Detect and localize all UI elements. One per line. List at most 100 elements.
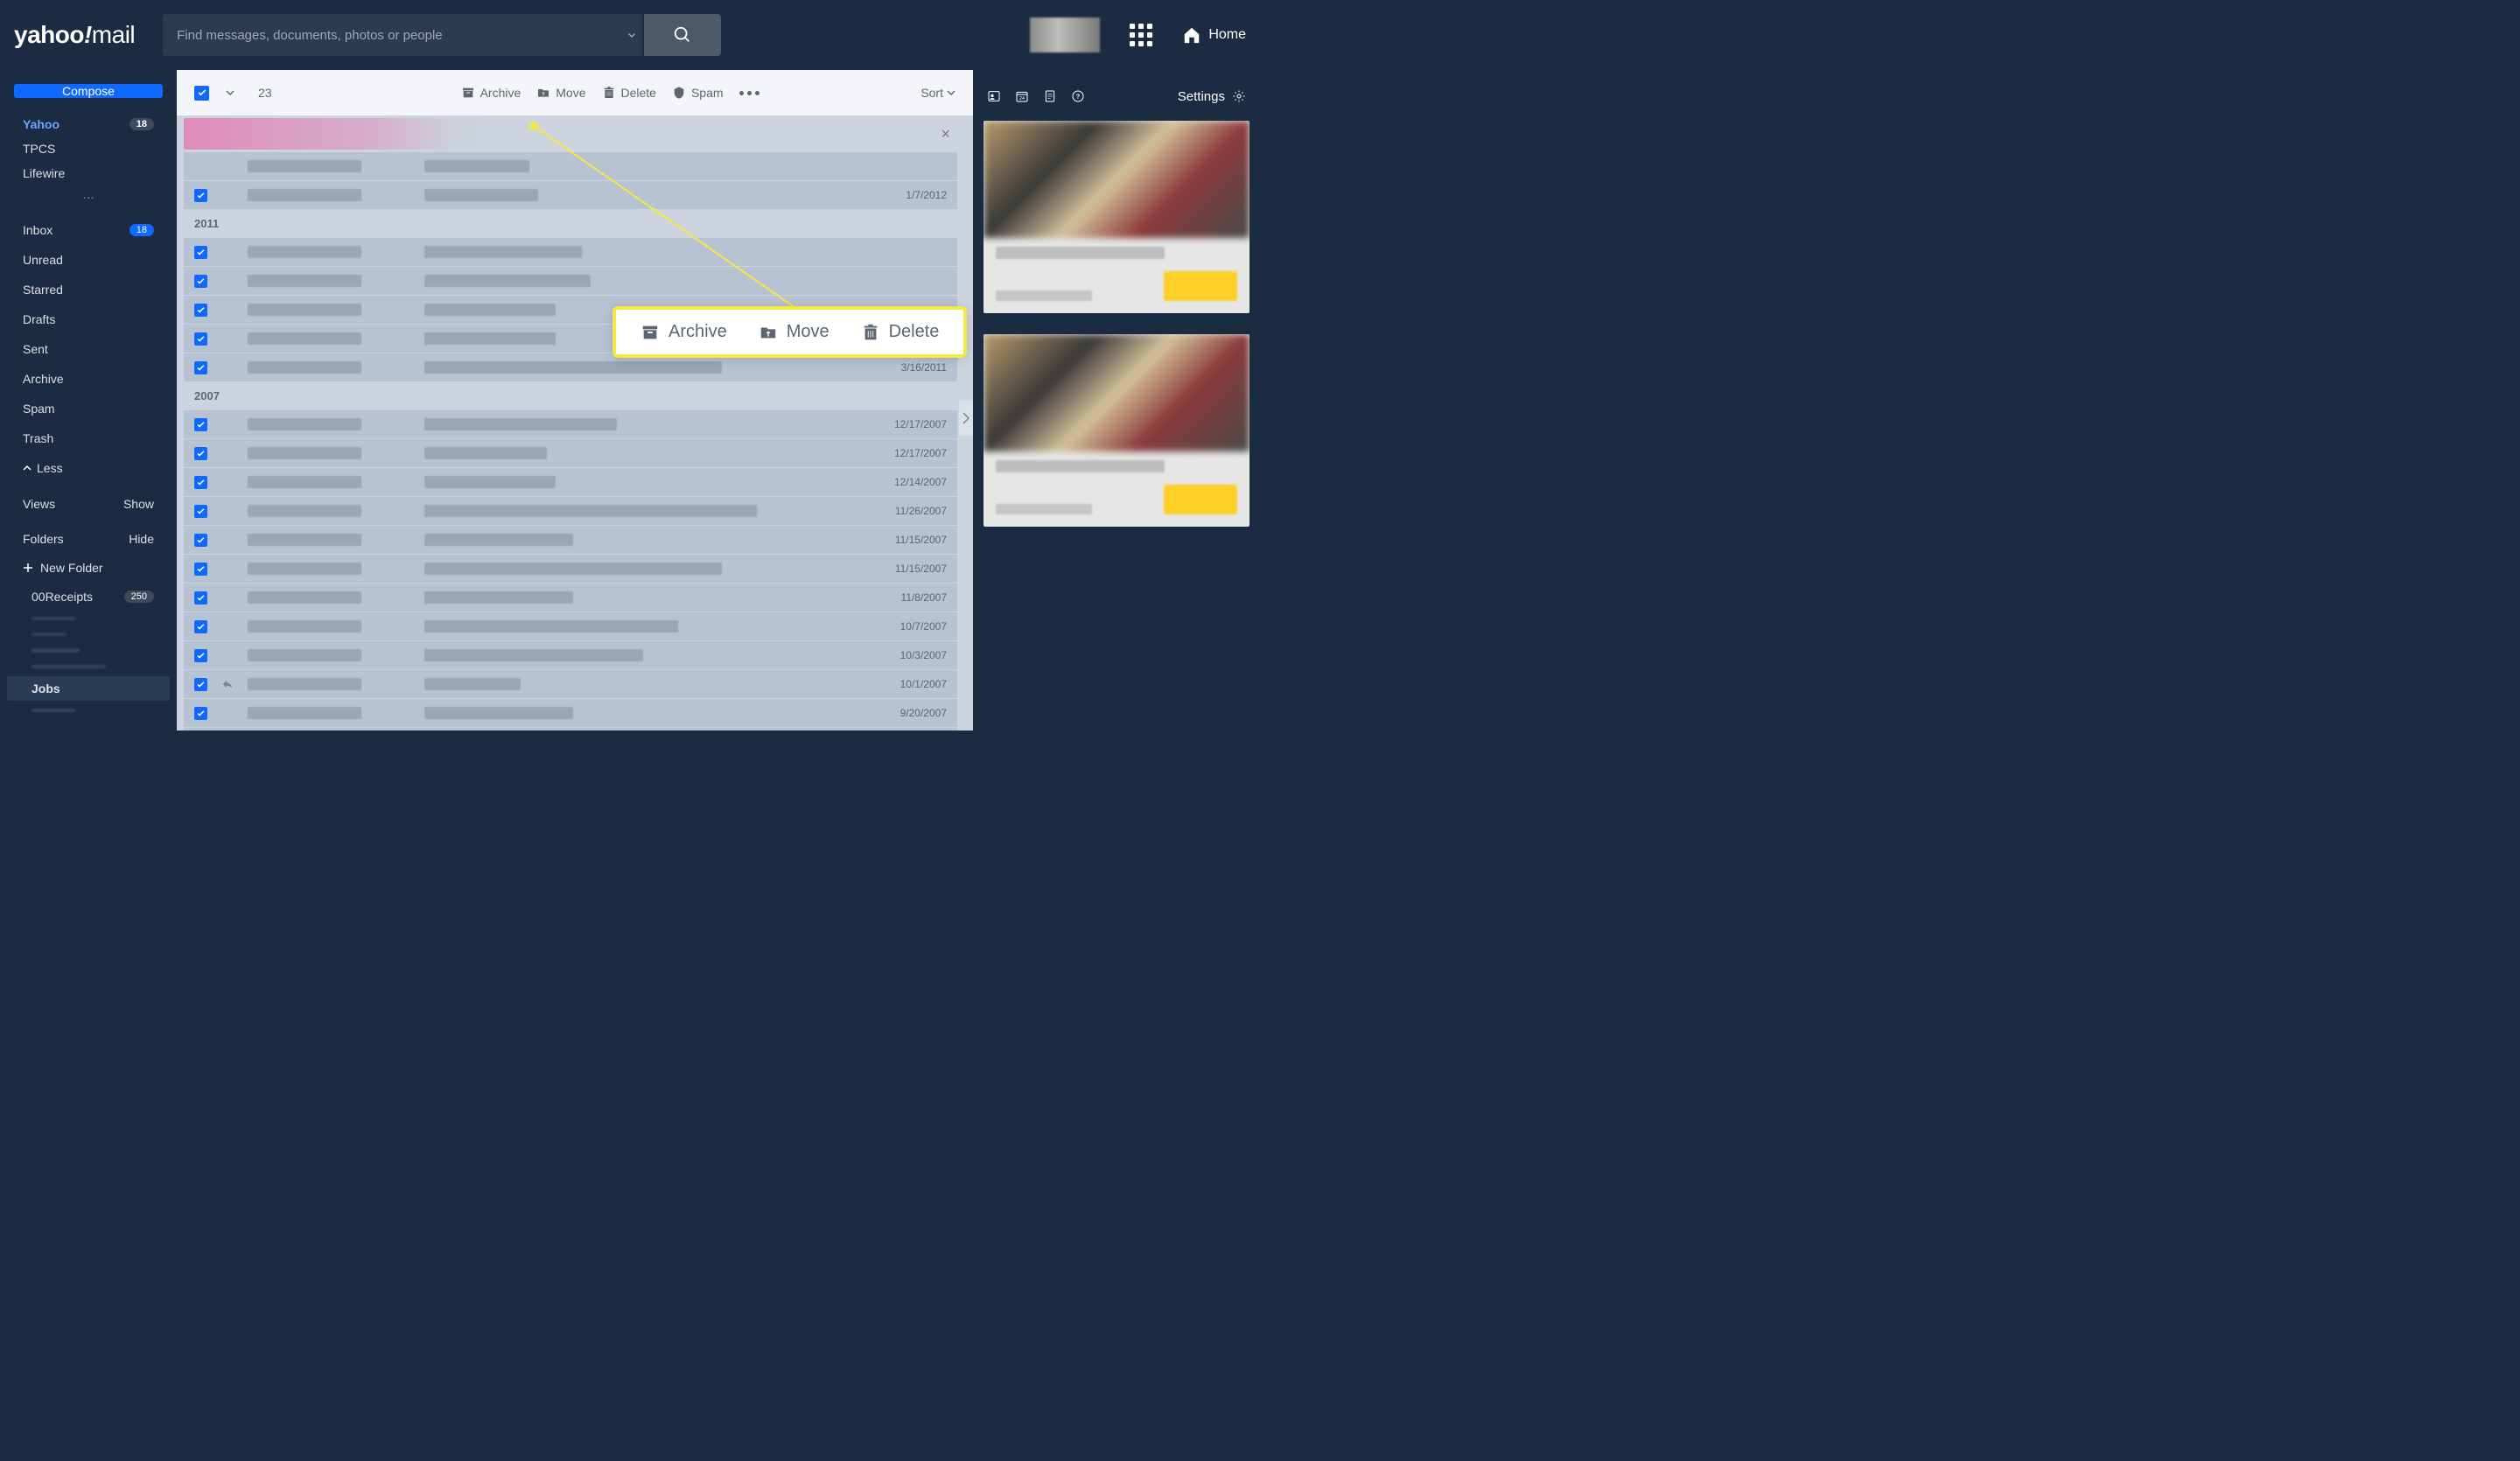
sender-redacted [248,678,361,690]
subject-redacted [424,189,538,201]
ad-card[interactable] [984,121,1250,313]
select-all-checkbox[interactable] [194,86,209,101]
settings-button[interactable]: Settings [1178,89,1246,104]
row-checkbox[interactable] [194,189,207,202]
row-checkbox[interactable] [194,505,207,518]
sender-redacted [248,304,361,316]
search-dropdown[interactable] [621,14,642,56]
account-list: Yahoo 18 TPCS Lifewire … [7,108,170,213]
folder-redacted[interactable] [32,617,75,620]
message-row[interactable] [184,238,957,266]
row-checkbox[interactable] [194,418,207,431]
row-checkbox[interactable] [194,591,207,605]
close-icon[interactable]: × [941,125,950,143]
nav-drafts[interactable]: Drafts [7,306,170,332]
message-row[interactable]: 1/7/2012 [184,181,957,209]
message-row[interactable]: 10/1/2007 [184,670,957,698]
ad-cta-button[interactable] [1164,485,1237,514]
nav-sent[interactable]: Sent [7,336,170,362]
message-date: 9/20/2007 [900,707,947,719]
delete-button[interactable]: Delete [602,86,656,100]
chevron-right-icon [962,412,970,424]
message-date: 11/8/2007 [901,591,948,604]
subject-redacted [424,418,617,430]
spam-button[interactable]: Spam [672,86,724,100]
contacts-icon[interactable] [987,89,1001,103]
account-more[interactable]: … [7,185,170,206]
folder-00receipts[interactable]: 00Receipts 250 [7,584,170,609]
nav-inbox[interactable]: Inbox18 [7,217,170,243]
search-input[interactable] [163,14,621,56]
message-row[interactable] [184,152,957,180]
message-row[interactable]: 12/17/2007 [184,410,957,438]
row-checkbox[interactable] [194,246,207,259]
account-yahoo[interactable]: Yahoo 18 [7,112,170,136]
message-row[interactable]: 9/20/2007 [184,699,957,727]
compose-button[interactable]: Compose [14,84,163,98]
account-lifewire[interactable]: Lifewire [7,161,170,185]
message-row[interactable] [184,267,957,295]
ad-card[interactable] [984,334,1250,527]
select-dropdown-icon[interactable] [225,87,235,98]
sponsored-row[interactable]: × [184,118,957,150]
search-button[interactable] [644,14,721,56]
row-checkbox[interactable] [194,332,207,346]
message-row[interactable]: 10/3/2007 [184,641,957,669]
apps-launcher-icon[interactable] [1130,24,1152,46]
row-checkbox[interactable] [194,678,207,691]
expand-pane-button[interactable] [959,401,973,436]
message-row[interactable]: 12/14/2007 [184,468,957,496]
message-row[interactable]: 11/15/2007 [184,526,957,554]
home-link[interactable]: Home [1182,25,1246,45]
account-tpcs[interactable]: TPCS [7,136,170,161]
ad-cta-button[interactable] [1164,271,1237,301]
row-checkbox[interactable] [194,447,207,460]
folders-hide-toggle[interactable]: Hide [129,532,154,546]
row-checkbox[interactable] [194,620,207,633]
new-folder-button[interactable]: New Folder [7,555,170,581]
nav-starred[interactable]: Starred [7,276,170,303]
message-list[interactable]: × 1/7/201220113/16/20113/16/2011200712/1… [177,115,973,730]
folder-redacted[interactable] [32,633,66,636]
message-row[interactable]: 11/15/2007 [184,555,957,583]
folder-redacted[interactable] [32,709,75,712]
nav-spam[interactable]: Spam [7,395,170,422]
row-checkbox[interactable] [194,707,207,720]
yahoo-mail-logo[interactable]: yahoo!mail [14,21,135,49]
sort-button[interactable]: Sort [920,86,956,100]
row-checkbox[interactable] [194,275,207,288]
notepad-icon[interactable] [1043,89,1057,103]
row-checkbox[interactable] [194,476,207,489]
folder-jobs[interactable]: Jobs [7,676,170,701]
message-row[interactable]: 3/16/2011 [184,353,957,381]
message-row[interactable] [184,296,957,324]
ad-source [996,504,1092,514]
message-row[interactable]: 12/17/2007 [184,439,957,467]
message-date: 1/7/2012 [906,189,947,201]
views-show-toggle[interactable]: Show [123,497,154,511]
nav-archive[interactable]: Archive [7,366,170,392]
folder-redacted[interactable] [32,648,80,652]
more-actions-button[interactable] [739,91,760,95]
selected-count: 23 [258,86,272,100]
row-checkbox[interactable] [194,534,207,547]
message-row[interactable]: 11/26/2007 [184,497,957,525]
nav-unread[interactable]: Unread [7,247,170,273]
calendar-icon[interactable]: 24 [1015,89,1029,103]
nav-less-toggle[interactable]: Less [7,455,170,481]
plus-icon [23,563,33,573]
message-row[interactable]: 10/7/2007 [184,612,957,640]
move-button[interactable]: Move [536,86,585,100]
account-avatar[interactable] [1030,17,1100,52]
row-checkbox[interactable] [194,563,207,576]
archive-button[interactable]: Archive [461,86,522,100]
row-checkbox[interactable] [194,649,207,662]
help-icon[interactable]: ? [1071,89,1085,103]
row-checkbox[interactable] [194,361,207,374]
row-checkbox[interactable] [194,304,207,317]
message-row[interactable]: 9/5/2007 [184,728,957,730]
folder-redacted[interactable] [32,665,106,668]
message-row[interactable]: 3/16/2011 [184,325,957,353]
message-row[interactable]: 11/8/2007 [184,584,957,612]
nav-trash[interactable]: Trash [7,425,170,451]
